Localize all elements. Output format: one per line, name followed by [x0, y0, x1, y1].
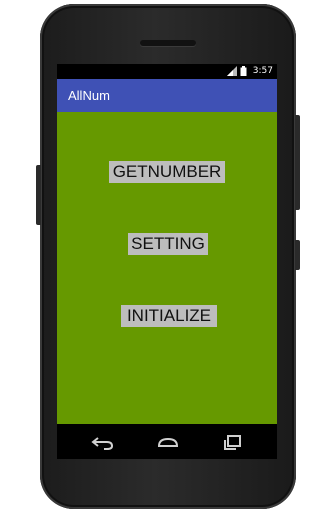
phone-volume-button [295, 115, 300, 210]
main-content: GETNUMBER SETTING INITIALIZE [57, 112, 277, 424]
battery-icon [240, 66, 250, 76]
getnumber-button[interactable]: GETNUMBER [109, 161, 225, 183]
recents-icon[interactable] [219, 431, 247, 453]
home-icon[interactable] [154, 431, 182, 453]
phone-side-button-left [36, 165, 41, 225]
device-screen: 3:57 AllNum GETNUMBER SETTING INITIALIZE [57, 64, 277, 459]
back-icon[interactable] [89, 431, 117, 453]
app-bar: AllNum [57, 79, 277, 112]
setting-button[interactable]: SETTING [128, 233, 208, 255]
navigation-bar [57, 424, 277, 459]
status-icons: 3:57 [226, 66, 273, 76]
status-time: 3:57 [252, 66, 273, 76]
phone-power-button [295, 240, 300, 270]
status-bar: 3:57 [57, 64, 277, 79]
signal-icon [226, 66, 237, 76]
phone-speaker [140, 40, 196, 46]
initialize-button[interactable]: INITIALIZE [121, 305, 217, 327]
app-title: AllNum [68, 88, 110, 103]
